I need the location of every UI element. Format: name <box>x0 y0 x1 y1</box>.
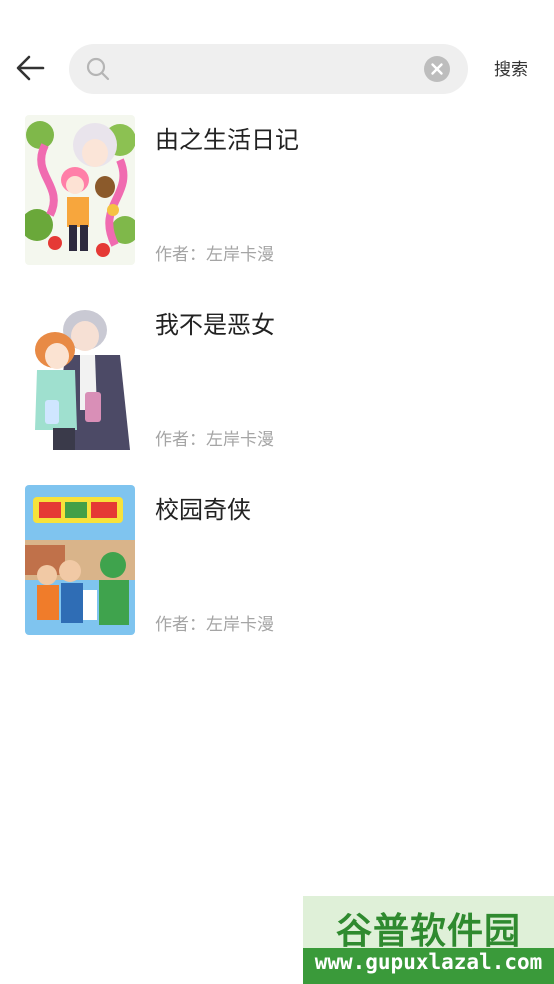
watermark-logo: 谷普软件园 www.gupuxlazal.com <box>303 896 554 984</box>
clear-icon <box>431 63 443 75</box>
search-bar[interactable] <box>69 44 468 94</box>
book-title: 由之生活日记 <box>155 126 299 154</box>
list-item[interactable]: 校园奇侠 作者：左岸卡漫 <box>0 480 554 640</box>
book-cover-image <box>25 300 135 450</box>
book-author: 作者：左岸卡漫 <box>155 430 274 450</box>
book-author: 作者：左岸卡漫 <box>155 245 274 265</box>
search-icon <box>86 57 110 81</box>
top-bar: 搜索 <box>0 0 554 110</box>
book-title: 校园奇侠 <box>155 496 251 524</box>
book-author: 作者：左岸卡漫 <box>155 615 274 635</box>
watermark-title: 谷普软件园 <box>335 911 521 952</box>
arrow-left-icon <box>16 55 45 81</box>
clear-search-button[interactable] <box>424 56 450 82</box>
list-item[interactable]: 我不是恶女 作者：左岸卡漫 <box>0 295 554 455</box>
back-button[interactable] <box>12 48 52 88</box>
list-item[interactable]: 由之生活日记 作者：左岸卡漫 <box>0 110 554 270</box>
book-cover-image <box>25 485 135 635</box>
search-button[interactable]: 搜索 <box>486 56 536 84</box>
search-input[interactable] <box>121 52 415 88</box>
watermark-url: www.gupuxlazal.com <box>314 950 543 974</box>
book-title: 我不是恶女 <box>155 311 275 339</box>
book-cover-image <box>25 115 135 265</box>
